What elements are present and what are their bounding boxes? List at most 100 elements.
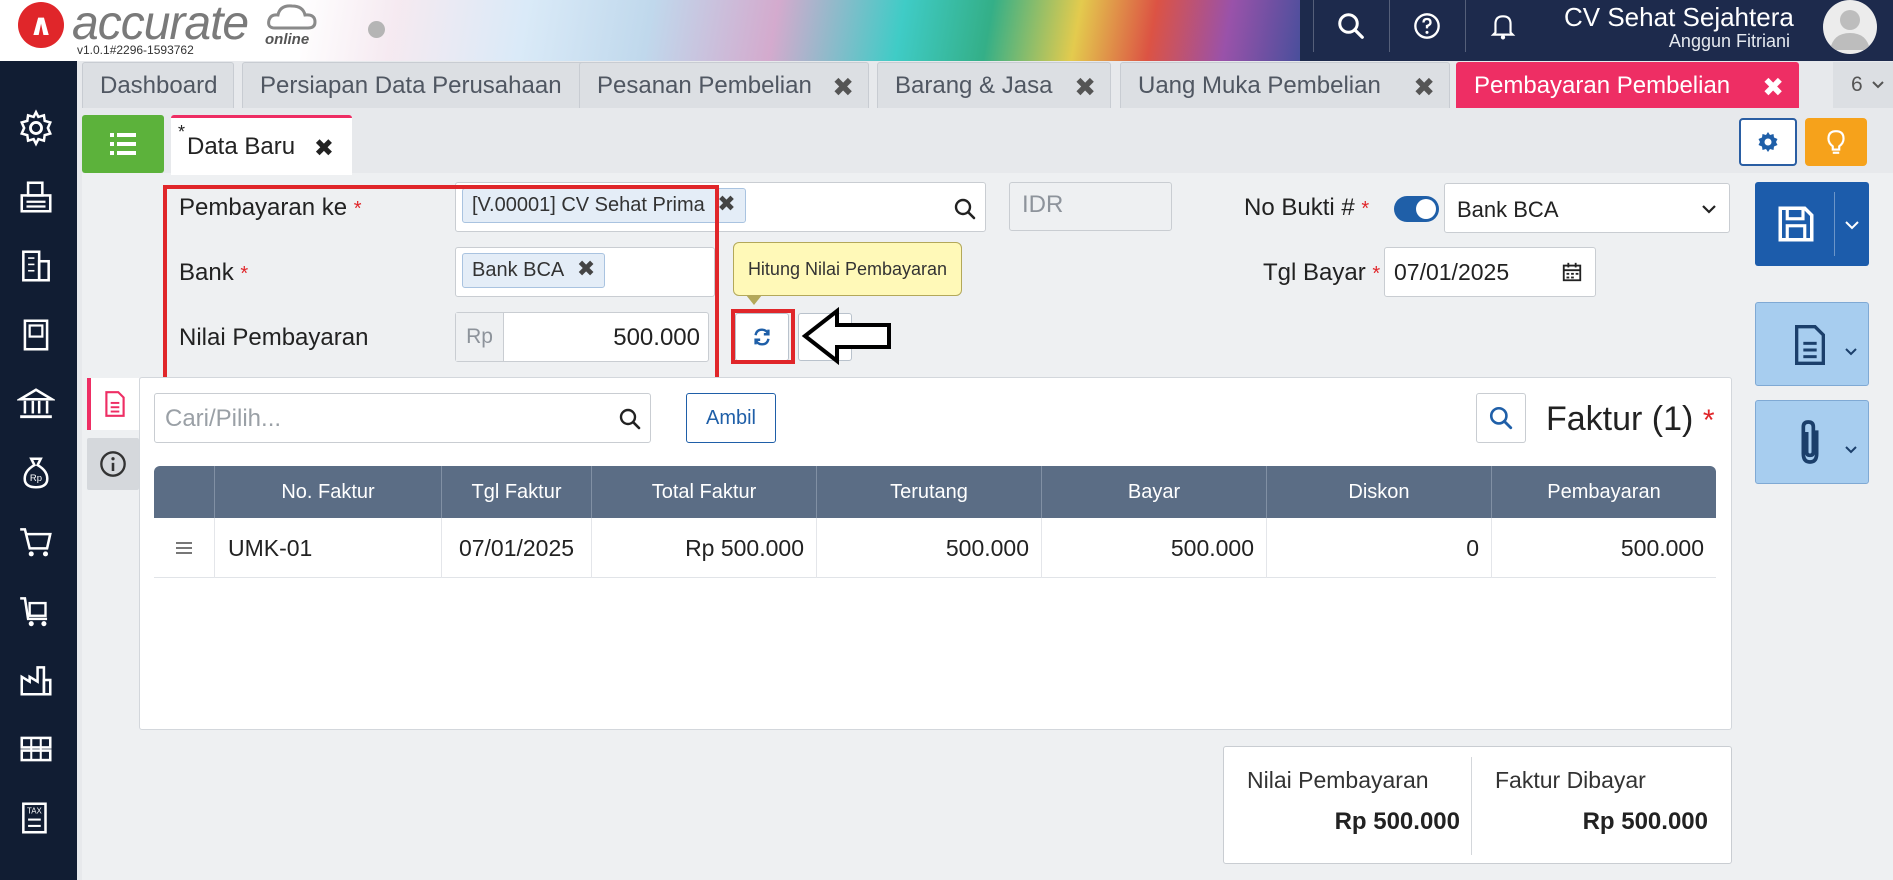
settings-button[interactable] <box>1739 118 1797 166</box>
search-icon <box>619 408 641 430</box>
close-icon[interactable]: ✖ <box>1762 72 1784 103</box>
remove-vendor-icon[interactable]: ✖ <box>717 191 735 217</box>
tab-barang-jasa[interactable]: Barang & Jasa ✖ <box>877 62 1111 108</box>
warehouse-icon <box>20 736 52 762</box>
document-icon <box>1795 325 1825 365</box>
company-name: CV Sehat Sejahtera <box>1564 2 1794 32</box>
find-invoice-button[interactable] <box>1476 393 1526 443</box>
no-bukti-value: Bank BCA <box>1457 197 1559 222</box>
sidebar-item-sales[interactable] <box>12 518 60 566</box>
label-text: Tgl Bayar <box>1263 259 1366 286</box>
info-icon <box>100 451 126 477</box>
total-nilai-value: Rp 500.000 <box>1334 808 1460 835</box>
sidebar-item-settings[interactable] <box>12 104 60 152</box>
search-icon[interactable] <box>953 197 977 221</box>
tab-pembayaran-pembelian[interactable]: Pembayaran Pembelian ✖ <box>1456 62 1799 108</box>
cell-tgl-faktur: 07/01/2025 <box>441 518 591 578</box>
column-header[interactable]: Terutang <box>816 466 1041 518</box>
gear-icon <box>20 109 52 147</box>
sidebar: Rp TAX <box>0 61 77 880</box>
required-mark: * <box>1702 404 1715 437</box>
tab-data-baru[interactable]: * Data Baru ✖ <box>171 115 352 175</box>
help-button[interactable] <box>1389 0 1463 52</box>
gear-icon <box>1758 132 1778 152</box>
auto-number-toggle[interactable] <box>1394 196 1439 222</box>
notification-button[interactable] <box>1465 0 1539 52</box>
sidebar-item-inventory[interactable] <box>12 656 60 704</box>
column-header[interactable]: Tgl Faktur <box>441 466 591 518</box>
svg-text:TAX: TAX <box>27 806 43 815</box>
highlight-box-form <box>163 185 719 390</box>
close-icon[interactable]: ✖ <box>314 134 334 163</box>
drag-handle[interactable] <box>154 518 214 578</box>
document-button[interactable] <box>1755 302 1869 386</box>
chevron-down-icon[interactable] <box>1844 220 1860 230</box>
calendar-icon[interactable] <box>1561 261 1583 283</box>
table-header: No. Faktur Tgl Faktur Total Faktur Terut… <box>154 466 1716 518</box>
total-nilai-label: Nilai Pembayaran <box>1247 767 1429 793</box>
sidebar-item-tax[interactable]: TAX <box>12 794 60 842</box>
fax-icon <box>20 181 52 213</box>
tab-label: Data Baru <box>187 132 296 160</box>
ambil-button[interactable]: Ambil <box>686 393 776 443</box>
sidebar-item-fax[interactable] <box>12 173 60 221</box>
user-avatar-icon <box>1830 10 1870 50</box>
sidebar-item-company[interactable] <box>12 242 60 290</box>
tab-dashboard[interactable]: Dashboard <box>82 62 234 108</box>
top-bar: ∧ accurate online v1.0.1#2296-1593762 CV… <box>0 0 1893 61</box>
tab-label: Pembayaran Pembelian <box>1474 71 1731 99</box>
detail-tab-invoices[interactable] <box>87 378 139 430</box>
tips-button[interactable] <box>1805 118 1867 166</box>
close-icon[interactable]: ✖ <box>1413 72 1435 103</box>
cart-icon <box>20 528 52 557</box>
sidebar-item-ledger[interactable] <box>12 311 60 359</box>
search-button[interactable] <box>1313 0 1387 52</box>
column-header[interactable]: Bayar <box>1041 466 1266 518</box>
invoice-search-input[interactable]: Cari/Pilih... <box>154 393 651 443</box>
column-header[interactable]: Diskon <box>1266 466 1491 518</box>
avatar[interactable] <box>1823 0 1877 54</box>
invoice-table: No. Faktur Tgl Faktur Total Faktur Terut… <box>154 466 1716 578</box>
sidebar-item-warehouse[interactable] <box>12 725 60 773</box>
cell-terutang: 500.000 <box>816 518 1041 578</box>
list-icon <box>110 133 136 155</box>
required-mark: * <box>1372 263 1381 285</box>
table-row[interactable]: UMK-01 07/01/2025 Rp 500.000 500.000 500… <box>154 518 1716 578</box>
faktur-title-text: Faktur (1) <box>1546 400 1694 438</box>
divider <box>1471 757 1472 855</box>
tgl-bayar-field[interactable]: 07/01/2025 <box>1384 247 1596 297</box>
building-icon <box>22 250 50 282</box>
detail-tab-info[interactable] <box>87 438 139 490</box>
column-header[interactable]: Total Faktur <box>591 466 816 518</box>
bank-icon <box>17 388 55 419</box>
attachment-button[interactable] <box>1755 400 1869 484</box>
sidebar-item-cash[interactable]: Rp <box>12 449 60 497</box>
label-text: No Bukti # <box>1244 194 1355 221</box>
app-version: v1.0.1#2296-1593762 <box>77 43 194 57</box>
tgl-bayar-label: Tgl Bayar * <box>1263 259 1380 287</box>
close-icon[interactable]: ✖ <box>1074 72 1096 103</box>
factory-icon <box>20 666 52 696</box>
button-separator <box>1834 192 1835 256</box>
sidebar-item-purchase[interactable] <box>12 587 60 635</box>
sidebar-item-bank[interactable] <box>12 380 60 428</box>
tab-count-dropdown[interactable]: 6 <box>1833 62 1893 108</box>
tgl-bayar-value: 07/01/2025 <box>1394 259 1510 285</box>
no-bukti-label: No Bukti # * <box>1244 194 1369 222</box>
list-view-button[interactable] <box>82 115 164 173</box>
chevron-down-icon <box>1871 81 1884 89</box>
cell-diskon: 0 <box>1266 518 1491 578</box>
no-bukti-select[interactable]: Bank BCA <box>1444 183 1730 233</box>
tooltip: Hitung Nilai Pembayaran <box>733 242 962 305</box>
cell-pembayaran: 500.000 <box>1491 518 1716 578</box>
column-header[interactable]: Pembayaran <box>1491 466 1716 518</box>
close-icon[interactable]: ✖ <box>832 72 854 103</box>
save-button[interactable] <box>1755 182 1869 266</box>
chevron-down-icon <box>1702 205 1716 214</box>
faktur-dibayar-label: Faktur Dibayar <box>1495 767 1646 793</box>
column-header[interactable]: No. Faktur <box>214 466 441 518</box>
currency-value: IDR <box>1022 191 1064 218</box>
tab-pesanan-pembelian[interactable]: Pesanan Pembelian ✖ <box>579 62 869 108</box>
user-name: Anggun Fitriani <box>1668 31 1790 51</box>
tab-uang-muka-pembelian[interactable]: Uang Muka Pembelian ✖ <box>1120 62 1450 108</box>
